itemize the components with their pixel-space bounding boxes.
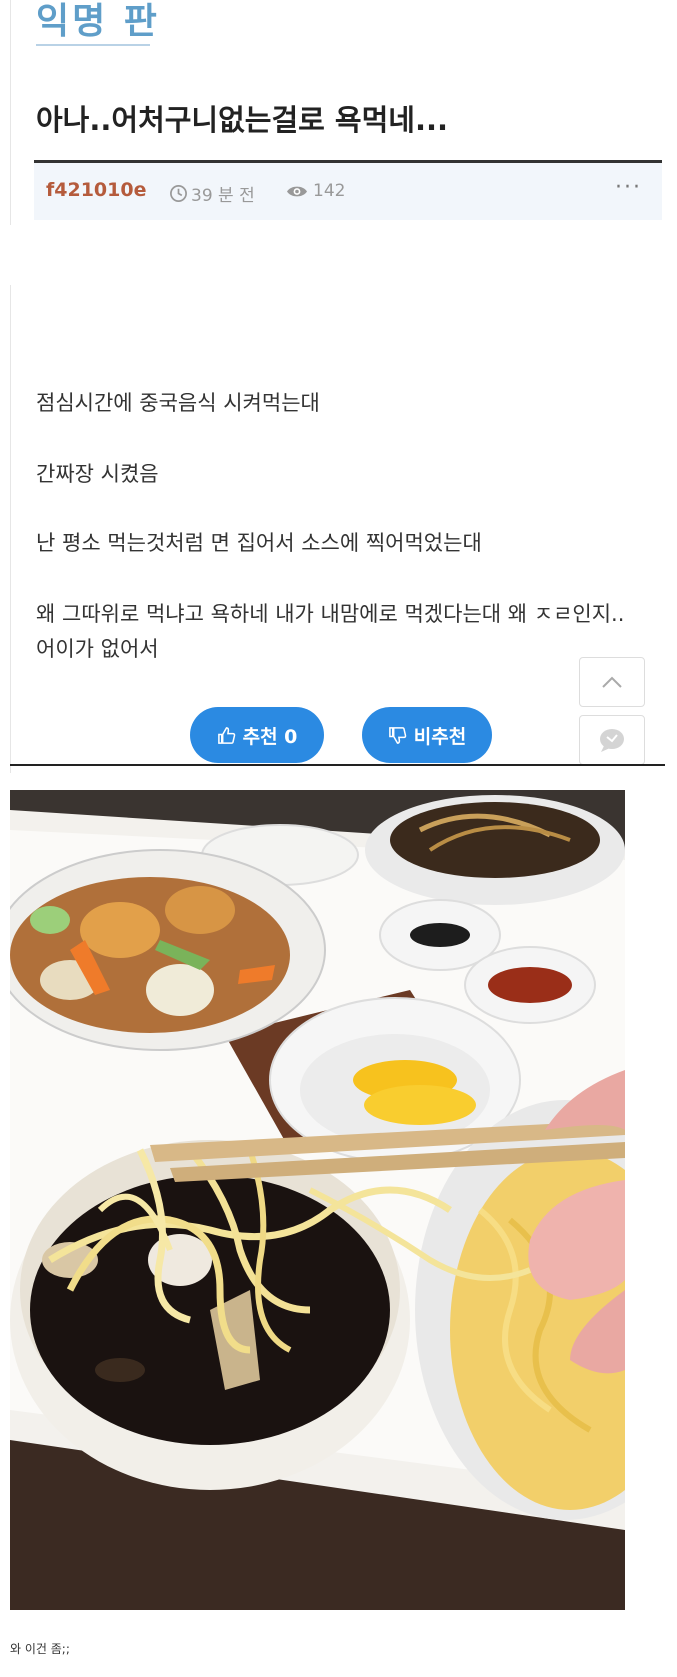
time-text: 39 분 전: [191, 186, 255, 206]
thumbs-up-icon: [217, 726, 235, 744]
scroll-top-button[interactable]: [579, 657, 645, 707]
body-line: 점심시간에 중국음식 시켜먹는대: [36, 391, 320, 415]
thumbs-down-icon: [388, 726, 407, 744]
post-body: 점심시간에 중국음식 시켜먹는대 간짜장 시켰음 난 평소 먹는것처럼 면 집어…: [0, 285, 677, 773]
body-line: 난 평소 먹는것처럼 면 집어서 소스에 찍어먹었는대: [36, 531, 482, 555]
body-line: 왜 그따위로 먹냐고 욕하네 내가 내맘에로 먹겠다는대 왜 ㅈㄹ인지..: [36, 602, 625, 626]
more-options-icon[interactable]: ···: [615, 175, 642, 200]
body-line: 간짜장 시켰음: [36, 462, 159, 486]
jjajang-photo-illustration: [10, 790, 625, 1610]
not-recommend-button[interactable]: 비추천: [362, 707, 492, 763]
caption-text: 와 이건 좀;;: [10, 1642, 70, 1656]
author-name[interactable]: f421010e: [46, 179, 146, 201]
recommend-label: 추천 0: [242, 725, 298, 748]
section-divider: [10, 764, 665, 766]
not-recommend-label: 비추천: [413, 725, 467, 748]
post-title: 아나..어처구니없는걸로 욕먹네...: [36, 103, 449, 137]
left-border: [10, 0, 11, 225]
board-name[interactable]: 익명 판: [36, 0, 160, 44]
chevron-up-icon: [602, 676, 622, 688]
left-border: [10, 285, 11, 773]
post-header: 익명 판 아나..어처구니없는걸로 욕먹네... f421010e 39 분 전…: [0, 0, 677, 225]
post-time: 39 분 전: [169, 181, 255, 206]
post-meta-bar: f421010e 39 분 전 142 ···: [34, 160, 662, 220]
eye-icon: [287, 186, 307, 196]
clock-icon: [170, 185, 187, 202]
food-photo: [10, 790, 625, 1610]
board-name-underline: [36, 44, 150, 46]
post-views: 142: [286, 181, 345, 201]
comment-button[interactable]: [579, 715, 645, 765]
body-line: 어이가 없어서: [36, 637, 159, 661]
recommend-button[interactable]: 추천 0: [190, 707, 324, 763]
views-count: 142: [313, 181, 346, 201]
chat-bubble-icon: [600, 729, 624, 752]
